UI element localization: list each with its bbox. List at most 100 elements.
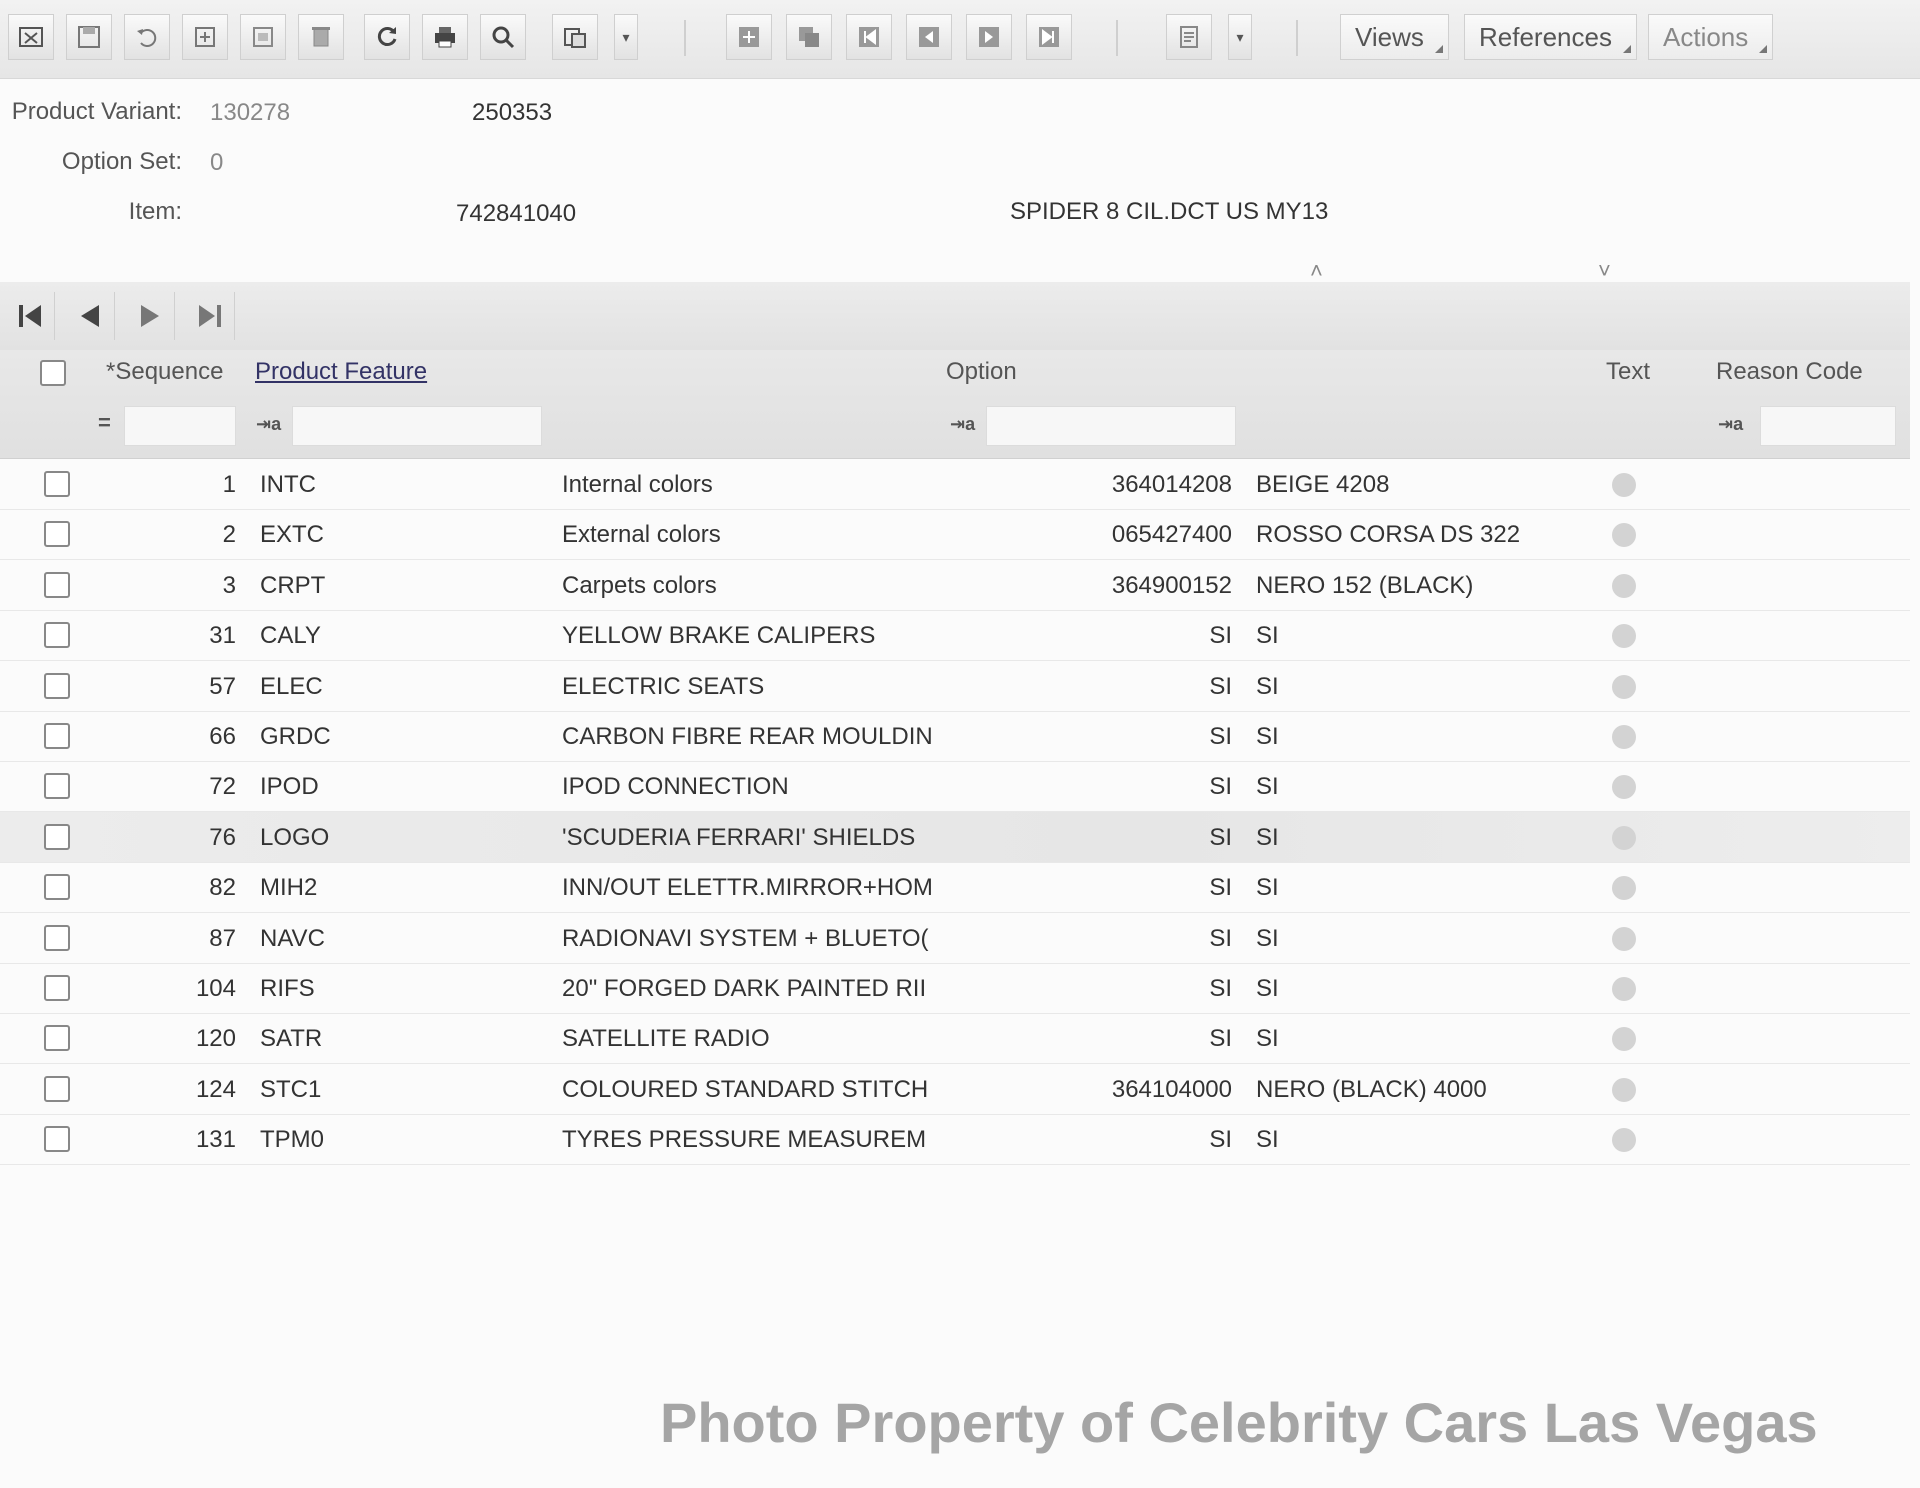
option-set-value[interactable]: 0 — [210, 149, 223, 177]
product-feature-filter-input[interactable] — [292, 406, 542, 446]
row-checkbox[interactable] — [44, 673, 70, 699]
row-feature-description: TYRES PRESSURE MEASUREM — [562, 1126, 927, 1153]
row-option-code: 364104000 — [1111, 1076, 1232, 1103]
row-checkbox[interactable] — [44, 622, 70, 648]
text-indicator-icon[interactable] — [1612, 1027, 1636, 1051]
row-checkbox[interactable] — [44, 773, 70, 799]
row-feature-description: INN/OUT ELETTR.MIRROR+HOM — [562, 874, 933, 901]
row-option-code: SI — [1209, 925, 1232, 952]
text-indicator-icon[interactable] — [1612, 624, 1636, 648]
undo-icon[interactable] — [124, 14, 170, 60]
save-icon[interactable] — [66, 14, 112, 60]
row-feature-code: TPM0 — [260, 1126, 325, 1153]
row-option-code: SI — [1209, 874, 1232, 901]
text-indicator-icon[interactable] — [1612, 927, 1636, 951]
text-indicator-icon[interactable] — [1612, 675, 1636, 699]
text-indicator-icon[interactable] — [1612, 725, 1636, 749]
references-menu-button[interactable]: References — [1464, 14, 1637, 60]
toolbar-separator — [1116, 20, 1118, 56]
table-row[interactable]: 82 MIH2 INN/OUT ELETTR.MIRROR+HOM SI SI — [0, 862, 1910, 913]
contains-filter-icon[interactable]: ⇥a — [256, 414, 281, 435]
column-header-option[interactable]: Option — [946, 358, 1017, 386]
text-indicator-icon[interactable] — [1612, 876, 1636, 900]
option-filter-input[interactable] — [986, 406, 1236, 446]
actions-menu-label: Actions — [1663, 21, 1749, 52]
row-checkbox[interactable] — [44, 723, 70, 749]
row-checkbox[interactable] — [44, 874, 70, 900]
equals-filter-icon[interactable]: = — [98, 410, 111, 436]
document-icon[interactable] — [1166, 14, 1212, 60]
reason-code-filter-input[interactable] — [1760, 406, 1896, 446]
table-row[interactable]: 72 IPOD IPOD CONNECTION SI SI — [0, 761, 1910, 812]
actions-menu-button[interactable]: Actions — [1648, 14, 1774, 60]
row-checkbox[interactable] — [44, 824, 70, 850]
refresh-icon[interactable] — [364, 14, 410, 60]
reason-contains-filter-icon[interactable]: ⇥a — [1718, 414, 1743, 435]
views-menu-button[interactable]: Views — [1340, 14, 1449, 60]
table-row[interactable]: 31 CALY YELLOW BRAKE CALIPERS SI SI — [0, 610, 1910, 661]
column-header-product-feature[interactable]: Product Feature — [255, 358, 427, 386]
export-icon[interactable] — [552, 14, 598, 60]
table-row[interactable]: 120 SATR SATELLITE RADIO SI SI — [0, 1013, 1910, 1064]
table-row[interactable]: 76 LOGO 'SCUDERIA FERRARI' SHIELDS SI SI — [0, 812, 1910, 863]
table-row[interactable]: 124 STC1 COLOURED STANDARD STITCH 364104000… — [0, 1064, 1910, 1115]
item-value[interactable]: 742841040 — [456, 200, 576, 228]
collapse-up-icon[interactable]: ˄ — [1310, 258, 1323, 284]
new-record-icon[interactable] — [182, 14, 228, 60]
text-indicator-icon[interactable] — [1612, 574, 1636, 598]
table-row[interactable]: 66 GRDC CARBON FIBRE REAR MOULDIN SI SI — [0, 711, 1910, 762]
grid-last-icon[interactable] — [186, 292, 235, 340]
table-row[interactable]: 2 EXTC External colors 065427400 ROSSO CORSA… — [0, 509, 1910, 560]
close-icon[interactable] — [8, 14, 54, 60]
export-dropdown-chevron-icon[interactable]: ▾ — [614, 14, 638, 60]
row-checkbox[interactable] — [44, 925, 70, 951]
duplicate-line-icon[interactable] — [786, 14, 832, 60]
row-feature-description: 20" FORGED DARK PAINTED RII — [562, 975, 927, 1002]
row-checkbox[interactable] — [44, 572, 70, 598]
first-record-icon[interactable] — [846, 14, 892, 60]
row-feature-code: ELEC — [260, 673, 323, 700]
column-header-text[interactable]: Text — [1606, 358, 1650, 386]
row-checkbox[interactable] — [44, 1076, 70, 1102]
select-all-checkbox[interactable] — [40, 360, 66, 386]
row-checkbox[interactable] — [44, 1025, 70, 1051]
table-row[interactable]: 3 CRPT Carpets colors 364900152 NERO 152 (BL… — [0, 560, 1910, 611]
table-row[interactable]: 1 INTC Internal colors 364014208 BEIGE 4208 — [0, 459, 1910, 510]
next-record-icon[interactable] — [966, 14, 1012, 60]
text-indicator-icon[interactable] — [1612, 473, 1636, 497]
text-indicator-icon[interactable] — [1612, 977, 1636, 1001]
text-indicator-icon[interactable] — [1612, 523, 1636, 547]
previous-record-icon[interactable] — [906, 14, 952, 60]
table-row[interactable]: 57 ELEC ELECTRIC SEATS SI SI — [0, 661, 1910, 712]
grid-previous-icon[interactable] — [66, 292, 115, 340]
document-dropdown-chevron-icon[interactable]: ▾ — [1228, 14, 1252, 60]
row-checkbox[interactable] — [44, 471, 70, 497]
row-checkbox[interactable] — [44, 521, 70, 547]
option-contains-filter-icon[interactable]: ⇥a — [950, 414, 975, 435]
text-indicator-icon[interactable] — [1612, 1078, 1636, 1102]
print-icon[interactable] — [422, 14, 468, 60]
text-indicator-icon[interactable] — [1612, 826, 1636, 850]
delete-icon[interactable] — [298, 14, 344, 60]
last-record-icon[interactable] — [1026, 14, 1072, 60]
text-indicator-icon[interactable] — [1612, 775, 1636, 799]
row-option-code: SI — [1209, 1126, 1232, 1153]
product-variant-value[interactable]: 130278 — [210, 99, 290, 127]
add-line-icon[interactable] — [726, 14, 772, 60]
row-checkbox[interactable] — [44, 1126, 70, 1152]
search-icon[interactable] — [480, 14, 526, 60]
sequence-filter-input[interactable] — [124, 406, 236, 446]
table-row[interactable]: 87 NAVC RADIONAVI SYSTEM + BLUETO(SI SI — [0, 913, 1910, 964]
expand-down-icon[interactable]: ˅ — [1598, 258, 1611, 284]
grid-next-icon[interactable] — [126, 292, 175, 340]
row-checkbox[interactable] — [44, 975, 70, 1001]
table-row[interactable]: 104 RIFS 20" FORGED DARK PAINTED RII SI SI — [0, 963, 1910, 1014]
grid-first-icon[interactable] — [6, 292, 55, 340]
column-header-sequence[interactable]: *Sequence — [106, 358, 223, 386]
text-indicator-icon[interactable] — [1612, 1128, 1636, 1152]
row-sequence: 124 — [195, 1076, 236, 1103]
table-row[interactable]: 131 TPM0 TYRES PRESSURE MEASUREM SI SI — [0, 1114, 1910, 1165]
copy-record-icon[interactable] — [240, 14, 286, 60]
row-feature-code: EXTC — [260, 521, 325, 548]
column-header-reason-code[interactable]: Reason Code — [1716, 358, 1863, 386]
